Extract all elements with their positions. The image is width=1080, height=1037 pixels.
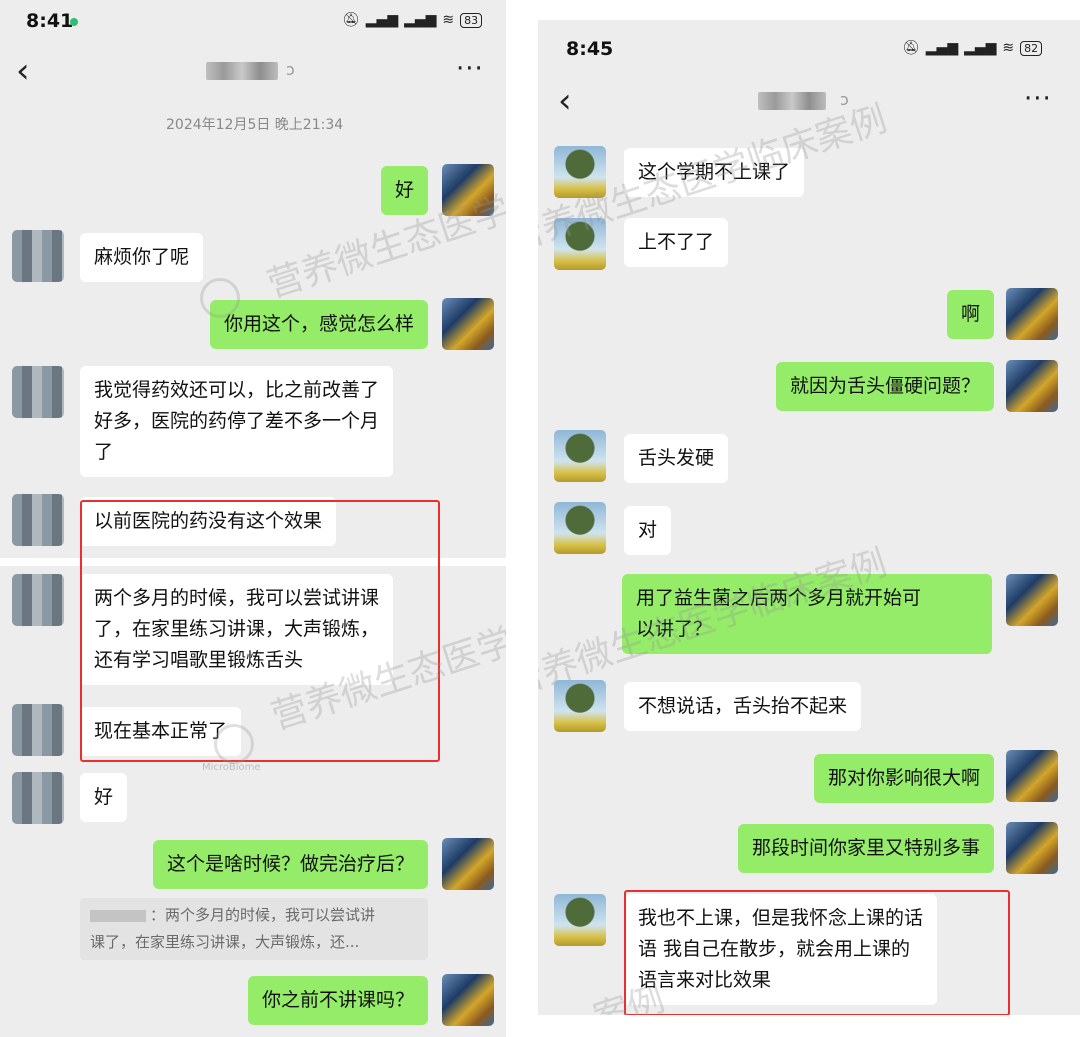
message-bubble-out[interactable]: 你之前不讲课吗？ [247,976,428,1025]
message-bubble-out[interactable]: 就因为舌头僵硬问题？ [775,362,994,411]
watermark-logo-icon [214,724,254,764]
quoted-reply[interactable]: ：两个多月的时候，我可以尝试讲 课了，在家里练习讲课，大声锻炼，还... [80,898,428,960]
left-chat-screenshot: 8:41 🔕︎ ▂▄▆ ▂▄▆ ≋ 83 ‹ ↄ ··· 2024年12月5日 … [0,0,506,1037]
message-line: 好多，医院的药停了差不多一个月 [94,410,380,432]
signal-icon-2: ▂▄▆ [964,40,997,56]
quote-line: 课了，在家里练习讲课，大声锻炼，还... [90,933,360,951]
signal-icon: ▂▄▆ [365,12,399,28]
highlight-box [80,500,440,762]
mute-icon: 🔕︎ [342,12,360,28]
message-bubble-out[interactable]: 那段时间你家里又特别多事 [737,824,994,873]
contact-avatar[interactable] [554,680,606,732]
watermark-logo-icon [200,278,240,318]
message-bubble-in[interactable]: 好 [80,773,128,822]
message-bubble-in[interactable]: 舌头发硬 [624,434,729,483]
contact-avatar[interactable] [12,366,64,418]
contact-avatar[interactable] [554,146,606,198]
user-avatar[interactable] [1006,360,1058,412]
message-bubble-in[interactable]: 不想说话，舌头抬不起来 [624,682,862,731]
user-avatar[interactable] [1006,288,1058,340]
earpiece-icon: ↄ [286,60,295,79]
quote-author-blurred [90,909,146,922]
user-avatar[interactable] [442,298,494,350]
status-icons: 🔕︎ ▂▄▆ ▂▄▆ ≋ 83 [342,12,483,28]
contact-avatar[interactable] [12,494,64,546]
message-bubble-out[interactable]: 那对你影响很大啊 [813,754,994,803]
contact-avatar[interactable] [12,772,64,824]
message-bubble-in[interactable]: 对 [624,506,672,555]
status-icons: 🔕︎ ▂▄▆ ▂▄▆ ≋ 82 [902,40,1043,56]
earpiece-icon: ↄ [840,90,849,109]
user-avatar[interactable] [442,838,494,890]
signal-icon-2: ▂▄▆ [404,12,437,28]
message-line: 了 [94,441,114,463]
mute-icon: 🔕︎ [902,40,920,56]
contact-avatar[interactable] [12,704,64,756]
contact-avatar[interactable] [554,430,606,482]
signal-icon: ▂▄▆ [925,40,959,56]
right-chat-screenshot: 8:45 🔕︎ ▂▄▆ ▂▄▆ ≋ 82 ‹ ↄ ··· 这个学期不上课了 上不… [538,20,1080,1015]
wifi-icon: ≋ [442,12,455,28]
status-time: 8:41 [26,10,74,32]
quote-line: ：两个多月的时候，我可以尝试讲 [90,902,418,929]
user-avatar[interactable] [1006,822,1058,874]
user-avatar[interactable] [442,974,494,1026]
back-icon[interactable]: ‹ [16,54,30,88]
more-options-icon[interactable]: ··· [456,54,484,84]
more-options-icon[interactable]: ··· [1024,84,1052,114]
contact-avatar[interactable] [554,218,606,270]
battery-icon: 82 [1020,40,1043,56]
message-bubble-in[interactable]: 麻烦你了呢 [80,233,204,282]
contact-avatar[interactable] [12,574,64,626]
contact-avatar[interactable] [12,230,64,282]
message-bubble-out[interactable]: 这个是啥时候？做完治疗后？ [152,840,428,889]
user-avatar[interactable] [1006,574,1058,626]
message-bubble-in[interactable]: 上不了了 [624,218,729,267]
message-bubble-in[interactable]: 这个学期不上课了 [624,148,805,197]
wifi-icon: ≋ [1002,40,1015,56]
watermark-caption: MicroBiome [202,762,261,773]
message-bubble-in[interactable]: 我觉得药效还可以，比之前改善了 好多，医院的药停了差不多一个月 了 [80,366,394,477]
user-avatar[interactable] [442,164,494,216]
message-bubble-out[interactable]: 好 [380,166,428,215]
notification-dot-icon [70,18,78,26]
highlight-box [624,890,1010,1015]
message-bubble-out[interactable]: 用了益生菌之后两个多月就开始可 以讲了？ [622,574,992,654]
status-time: 8:45 [566,38,614,60]
message-bubble-out[interactable]: 啊 [946,290,994,339]
message-line: 我觉得药效还可以，比之前改善了 [94,379,380,401]
contact-avatar[interactable] [554,502,606,554]
contact-name-blurred [206,62,278,80]
date-separator: 2024年12月5日 晚上21:34 [166,117,344,133]
back-icon[interactable]: ‹ [558,84,572,118]
message-bubble-out[interactable]: 你用这个，感觉怎么样 [209,300,428,349]
message-line: 用了益生菌之后两个多月就开始可 [636,587,922,609]
contact-avatar[interactable] [554,894,606,946]
user-avatar[interactable] [1006,750,1058,802]
watermark-text: 营养微生态医学临床案例 [262,144,506,307]
message-line: 以讲了？ [636,618,713,640]
contact-name-blurred [758,92,826,110]
battery-icon: 83 [460,12,483,28]
